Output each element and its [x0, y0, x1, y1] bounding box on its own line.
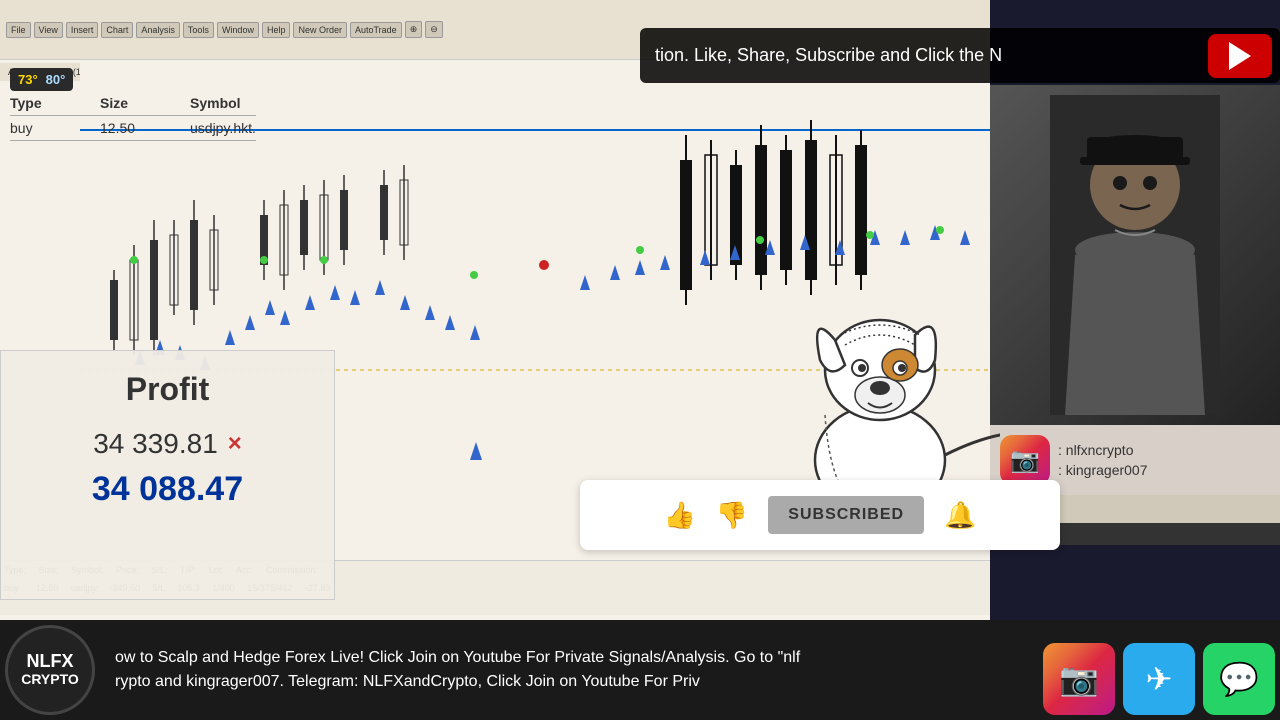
whatsapp-social-icon: 💬	[1219, 660, 1259, 698]
webcam-panel: 📷 : nlfxncrypto : kingrager007 NLFX	[990, 85, 1280, 545]
webcam-video	[990, 85, 1280, 425]
nlfx-logo: NLFX CRYPTO	[5, 625, 95, 715]
trade-value-row: buy 12.50 usdjpy.hkt.	[10, 120, 256, 141]
profit-close-button[interactable]: ×	[228, 430, 242, 458]
toolbar-help[interactable]: Help	[262, 22, 291, 38]
youtube-logo[interactable]	[1208, 34, 1272, 78]
size-value: 12.50	[100, 120, 160, 136]
temp-cloud: 80°	[46, 72, 66, 87]
telegram-button[interactable]: ✈	[1123, 643, 1195, 715]
instagram-social-icon: 📷	[1059, 660, 1099, 698]
size-label: Size	[100, 95, 160, 111]
instagram-handle2: : kingrager007	[1058, 462, 1148, 478]
toolbar-autotrade[interactable]: AutoTrade	[350, 22, 402, 38]
youtube-play-icon	[1229, 42, 1251, 70]
toolbar-insert[interactable]: Insert	[66, 22, 99, 38]
toolbar-view[interactable]: View	[34, 22, 63, 38]
profit-value-row: 34 339.81 ×	[11, 428, 324, 460]
toolbar-new-order[interactable]: New Order	[293, 22, 347, 38]
youtube-banner: tion. Like, Share, Subscribe and Click t…	[640, 28, 1280, 83]
instagram-button[interactable]: 📷	[1043, 643, 1115, 715]
telegram-social-icon: ✈	[1146, 660, 1173, 698]
profit-title: Profit	[11, 371, 324, 408]
person-silhouette	[1050, 95, 1220, 415]
profit-value1: 34 339.81	[93, 428, 218, 460]
subscribe-panel: 👍 👎 SUBSCRIBED 🔔	[580, 480, 1060, 550]
instagram-handle1: : nlfxncrypto	[1058, 442, 1148, 458]
youtube-banner-text: tion. Like, Share, Subscribe and Click t…	[640, 45, 1208, 66]
toolbar-tools[interactable]: Tools	[183, 22, 214, 38]
toolbar-window[interactable]: Window	[217, 22, 259, 38]
ticker-text-area: ow to Scalp and Hedge Forex Live! Click …	[105, 620, 1065, 720]
profit-total: 34 088.47	[11, 470, 324, 509]
symbol-value: usdjpy.hkt.	[190, 120, 256, 136]
toolbar-file[interactable]: File	[6, 22, 31, 38]
nlfx-logo-text2: CRYPTO	[21, 672, 79, 687]
trade-info: Type Size Symbol buy 12.50 usdjpy.hkt.	[10, 95, 256, 145]
temp-sun: 73°	[18, 72, 38, 87]
type-label: Type	[10, 95, 70, 111]
temp-widget: 73° 80°	[10, 68, 73, 91]
ticker-line2: rypto and kingrager007. Telegram: NLFXan…	[105, 670, 1065, 694]
nlfx-logo-text1: NLFX	[27, 652, 74, 672]
toolbar-zoom[interactable]: ⊕	[405, 21, 423, 38]
social-icons-bar: 📷 ✈ 💬	[1043, 643, 1275, 715]
like-button[interactable]: 👍	[664, 500, 696, 531]
type-value: buy	[10, 120, 70, 136]
instagram-icon: 📷	[1000, 435, 1050, 485]
subscribed-button[interactable]: SUBSCRIBED	[768, 496, 924, 534]
instagram-info: : nlfxncrypto : kingrager007	[1058, 442, 1148, 478]
dislike-button[interactable]: 👎	[716, 500, 748, 531]
toolbar-zoomout[interactable]: ⊖	[425, 21, 443, 38]
symbol-label: Symbol	[190, 95, 250, 111]
bottom-area: NLFX CRYPTO ow to Scalp and Hedge Forex …	[0, 620, 1280, 720]
ticker-line1: ow to Scalp and Hedge Forex Live! Click …	[105, 646, 1065, 670]
trade-header-row: Type Size Symbol	[10, 95, 256, 116]
whatsapp-button[interactable]: 💬	[1203, 643, 1275, 715]
bell-button[interactable]: 🔔	[944, 500, 976, 531]
toolbar-chart[interactable]: Chart	[101, 22, 133, 38]
profit-panel: Profit 34 339.81 × 34 088.47	[0, 350, 335, 600]
toolbar-analysis[interactable]: Analysis	[136, 22, 180, 38]
